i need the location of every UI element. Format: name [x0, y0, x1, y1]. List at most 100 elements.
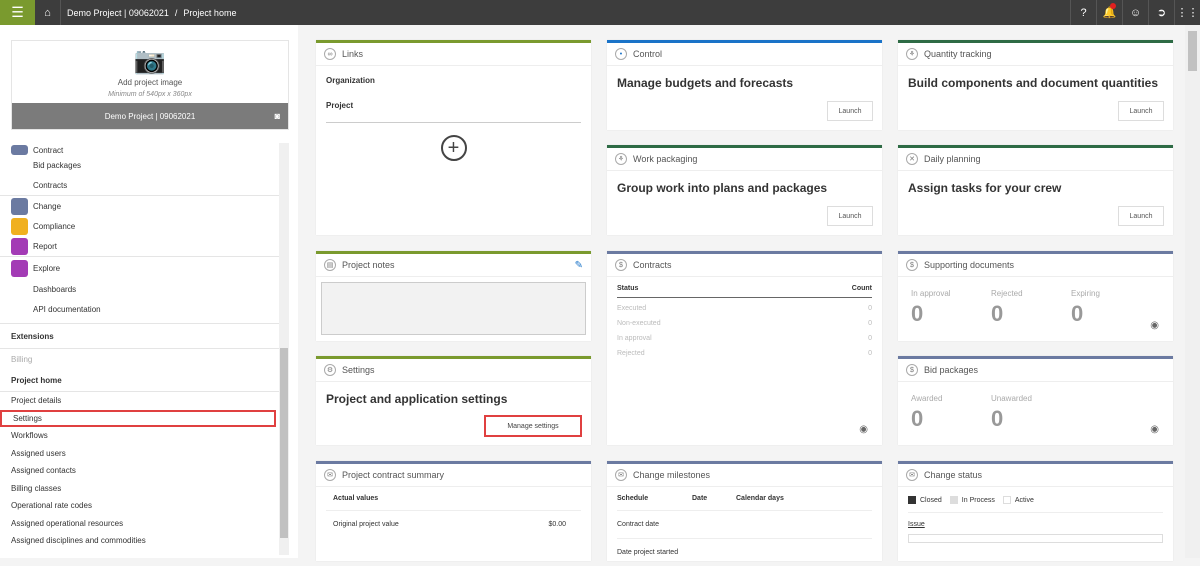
project-notes-card: ▤ Project notes ✎	[316, 251, 591, 341]
quantity-launch-button[interactable]: Launch	[1118, 101, 1164, 121]
work-packaging-card: ⚘ Work packaging Group work into plans an…	[607, 145, 882, 235]
daily-launch-button[interactable]: Launch	[1118, 206, 1164, 226]
project-contract-summary-card: ✉ Project contract summary Actual values …	[316, 461, 591, 561]
supporting-documents-card: $ Supporting documents In approval 0 Rejec…	[898, 251, 1173, 341]
sidebar-item-assigned-users[interactable]: Assigned users	[0, 445, 279, 463]
menu-icon[interactable]: ☰	[0, 0, 35, 25]
daily-heading: Assign tasks for your crew	[908, 181, 1062, 195]
link-icon: ∞	[324, 48, 336, 60]
add-link-icon[interactable]: +	[440, 135, 467, 161]
top-bar: ☰ ⌂ Demo Project | 09062021 / Project ho…	[0, 0, 1200, 25]
sidebar-item-project-details[interactable]: Project details	[0, 392, 279, 410]
legend-in-process: In Process	[961, 496, 995, 504]
sidebar-scrollbar[interactable]	[279, 143, 289, 555]
sidebar-item-operational-rate-codes[interactable]: Operational rate codes	[0, 497, 279, 515]
main-scrollbar[interactable]	[1185, 25, 1200, 558]
sidebar-item-bid-packages[interactable]: Bid packages	[0, 155, 279, 175]
settings-heading: Project and application settings	[326, 392, 508, 406]
change-icon: ✉	[615, 469, 627, 481]
card-title: Daily planning	[924, 154, 981, 164]
stat-expiring: Expiring 0	[1071, 289, 1100, 327]
work-launch-button[interactable]: Launch	[827, 206, 873, 226]
sidebar-item-compliance[interactable]: Compliance	[0, 216, 279, 236]
contract-status-row: Non-executed 0	[617, 313, 872, 328]
notifications-icon[interactable]: 🔔	[1096, 0, 1122, 25]
issue-link[interactable]: Issue	[908, 521, 1163, 528]
sidebar-item-api-documentation[interactable]: API documentation	[0, 299, 279, 319]
card-title: Change milestones	[633, 470, 711, 480]
sidebar-item-dashboards[interactable]: Dashboards	[0, 279, 279, 299]
sidebar-item-workflows[interactable]: Workflows	[0, 427, 279, 445]
project-name: Demo Project | 09062021	[104, 111, 196, 121]
scrollbar-thumb[interactable]	[1188, 31, 1197, 71]
view-icon[interactable]: ◉	[859, 424, 868, 435]
sidebar-item-assigned-contacts[interactable]: Assigned contacts	[0, 462, 279, 480]
contracts-table-header: Status Count	[617, 285, 872, 298]
explore-icon	[11, 259, 28, 277]
legend-swatch-active	[1002, 496, 1011, 504]
contract-status-row: In approval 0	[617, 328, 872, 343]
camera-icon[interactable]: ◙	[275, 111, 280, 121]
view-icon[interactable]: ◉	[1150, 320, 1159, 331]
label: Explore	[33, 263, 61, 273]
count: 0	[868, 350, 872, 357]
edit-icon[interactable]: ✎	[575, 260, 583, 271]
date-header: Date	[692, 495, 708, 502]
stat-value: 0	[911, 301, 924, 326]
document-icon: $	[906, 259, 918, 271]
control-launch-button[interactable]: Launch	[827, 101, 873, 121]
sidebar-nav: Contract Bid packages Contracts Change C…	[0, 143, 279, 555]
sign-out-icon[interactable]: ➲	[1148, 0, 1174, 25]
apps-grid-icon[interactable]: ⋮⋮	[1174, 0, 1200, 25]
legend-closed: Closed	[920, 496, 942, 504]
stat-awarded: Awarded 0	[911, 394, 942, 432]
quantity-tracking-card: ⚘ Quantity tracking Build components and …	[898, 40, 1173, 130]
label: Original project value	[333, 521, 399, 528]
bid-packages-card: $ Bid packages Awarded 0 Unawarded 0 ◉	[898, 356, 1173, 445]
add-camera-icon[interactable]: 📷	[12, 45, 288, 76]
user-icon[interactable]: ☺	[1122, 0, 1148, 25]
legend-active: Active	[1014, 496, 1034, 504]
home-icon[interactable]: ⌂	[35, 0, 61, 25]
actual-values-heading: Actual values	[326, 487, 581, 511]
sidebar-item-billing[interactable]: Billing	[0, 349, 279, 369]
count: 0	[868, 335, 872, 342]
contract-status-row: Rejected 0	[617, 343, 872, 358]
card-title: Supporting documents	[924, 260, 1015, 270]
sidebar-item-billing-classes[interactable]: Billing classes	[0, 480, 279, 498]
stat-label: Expiring	[1071, 289, 1100, 298]
help-icon[interactable]: ?	[1070, 0, 1096, 25]
change-icon: ✉	[324, 469, 336, 481]
card-title: Contracts	[633, 260, 672, 270]
stat-label: Awarded	[911, 394, 943, 403]
sidebar-item-contracts[interactable]: Contracts	[0, 175, 279, 195]
card-title: Project contract summary	[342, 470, 445, 480]
sidebar-item-assigned-operational-resources[interactable]: Assigned operational resources	[0, 515, 279, 533]
count: 0	[868, 305, 872, 312]
sidebar-item-contract[interactable]: Contract	[0, 143, 279, 155]
change-icon: ✉	[906, 469, 918, 481]
sidebar-item-report[interactable]: Report	[0, 236, 279, 256]
stat-label: In approval	[911, 289, 951, 298]
sidebar-item-explore[interactable]: Explore	[0, 257, 279, 279]
view-icon[interactable]: ◉	[1150, 424, 1159, 435]
original-project-value-row: Original project value $0.00	[316, 511, 591, 538]
notes-textarea[interactable]	[321, 282, 586, 335]
card-title: Bid packages	[924, 365, 979, 375]
sidebar-item-settings[interactable]: Settings	[0, 409, 276, 427]
label: Compliance	[33, 221, 76, 231]
scrollbar-thumb[interactable]	[280, 348, 288, 538]
card-title: Quantity tracking	[924, 49, 992, 59]
image-min-size: Minimum of 540px x 360px	[108, 91, 192, 98]
links-organization: Organization	[326, 76, 375, 85]
breadcrumb-project[interactable]: Demo Project | 09062021	[61, 8, 169, 18]
status-header: Status	[617, 285, 639, 292]
stat-value: 0	[991, 301, 1004, 326]
manage-settings-button[interactable]: Manage settings	[484, 415, 582, 437]
project-image-card[interactable]: 📷 Add project image Minimum of 540px x 3…	[11, 40, 289, 130]
compliance-icon	[11, 217, 28, 235]
sidebar-item-change[interactable]: Change	[0, 196, 279, 216]
change-icon	[11, 197, 28, 215]
left-panel: 📷 Add project image Minimum of 540px x 3…	[0, 25, 298, 558]
sidebar-item-assigned-disciplines[interactable]: Assigned disciplines and commodities	[0, 532, 279, 550]
